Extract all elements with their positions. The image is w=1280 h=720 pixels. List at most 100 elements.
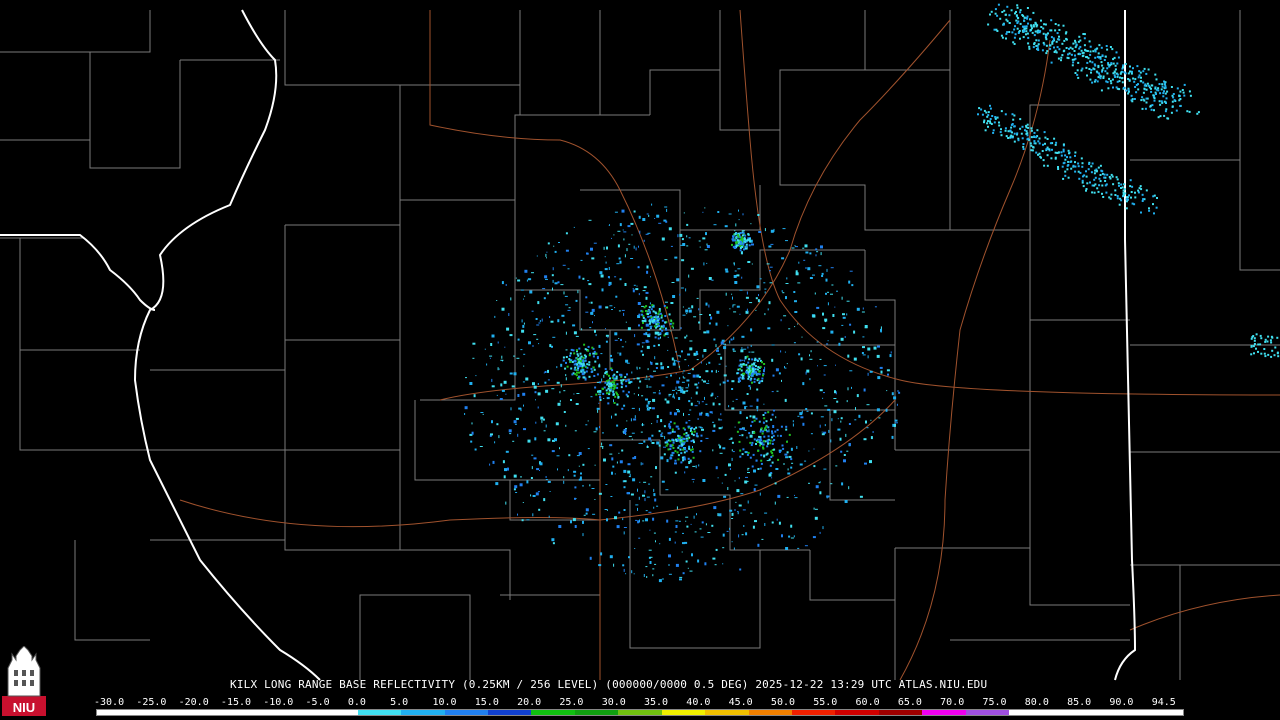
echo-pixel (670, 302, 674, 304)
echo-pixel (686, 439, 689, 442)
echo-pixel (700, 361, 702, 364)
echo-pixel (645, 305, 648, 308)
echo-pixel (711, 279, 714, 281)
echo-pixel (716, 310, 720, 314)
echo-pixel (1097, 76, 1100, 79)
echo-pixel (496, 300, 498, 301)
echo-pixel (747, 468, 749, 471)
echo-pixel (533, 385, 537, 389)
echo-pixel (1038, 137, 1041, 140)
scale-swatch (183, 710, 228, 715)
echo-pixel (567, 268, 570, 270)
echo-pixel (1138, 187, 1141, 190)
echo-pixel (637, 520, 640, 524)
echo-pixel (1264, 338, 1267, 341)
echo-pixel (1094, 79, 1097, 81)
echo-pixel (560, 384, 562, 388)
echo-pixel (1079, 53, 1082, 56)
echo-pixel (1023, 30, 1026, 33)
echo-pixel (606, 518, 608, 522)
echo-pixel (742, 428, 745, 431)
echo-pixel (682, 306, 684, 308)
echo-pixel (605, 261, 607, 264)
echo-pixel (1108, 77, 1111, 80)
echo-pixel (619, 353, 621, 355)
echo-pixel (876, 354, 880, 358)
echo-pixel (674, 337, 678, 339)
echo-pixel (787, 472, 791, 475)
echo-pixel (582, 520, 584, 524)
echo-pixel (622, 518, 624, 521)
echo-pixel (802, 247, 805, 249)
echo-pixel (1041, 150, 1044, 152)
echo-pixel (758, 231, 762, 233)
echo-pixel (742, 401, 746, 405)
echo-pixel (640, 431, 643, 433)
echo-pixel (657, 337, 660, 340)
echo-pixel (1140, 211, 1142, 214)
echo-pixel (534, 391, 537, 394)
echo-pixel (980, 108, 983, 111)
echo-pixel (1130, 196, 1132, 199)
echo-pixel (1023, 19, 1025, 22)
echo-pixel (624, 376, 627, 379)
echo-pixel (677, 434, 680, 437)
echo-pixel (611, 361, 614, 363)
echo-pixel (638, 324, 640, 327)
echo-pixel (1082, 175, 1084, 178)
echo-pixel (736, 234, 739, 237)
echo-pixel (522, 502, 524, 503)
echo-pixel (736, 372, 739, 375)
echo-pixel (464, 413, 466, 415)
scale-swatch (661, 710, 706, 715)
echo-pixel (695, 350, 698, 354)
echo-pixel (761, 377, 764, 380)
echo-pixel (1143, 84, 1146, 87)
echo-pixel (1012, 41, 1015, 44)
echo-pixel (583, 371, 586, 374)
echo-pixel (1104, 55, 1107, 58)
echo-pixel (785, 283, 789, 284)
echo-pixel (591, 308, 595, 312)
echo-pixel (1049, 47, 1052, 50)
echo-pixel (1015, 19, 1018, 22)
echo-pixel (754, 520, 757, 523)
echo-pixel (1137, 88, 1140, 91)
echo-pixel (615, 295, 618, 298)
echo-pixel (739, 313, 741, 315)
echo-pixel (646, 345, 650, 349)
echo-pixel (1160, 88, 1163, 91)
echo-pixel (512, 440, 515, 442)
echo-pixel (847, 387, 849, 391)
echo-pixel (568, 358, 571, 361)
echo-pixel (613, 234, 615, 236)
echo-pixel (655, 320, 657, 322)
echo-pixel (1140, 99, 1143, 102)
echo-pixel (819, 424, 821, 428)
echo-pixel (611, 237, 612, 239)
echo-pixel (702, 237, 706, 240)
echo-pixel (556, 455, 560, 457)
echo-pixel (492, 460, 495, 464)
echo-pixel (542, 288, 546, 290)
echo-pixel (805, 251, 809, 254)
echo-pixel (646, 265, 649, 269)
echo-pixel (1062, 148, 1065, 151)
echo-pixel (1050, 29, 1053, 32)
echo-pixel (1094, 50, 1097, 53)
echo-pixel (732, 400, 734, 402)
echo-pixel (610, 496, 613, 497)
echo-pixel (574, 373, 577, 376)
echo-pixel (1045, 38, 1048, 41)
echo-pixel (588, 219, 592, 221)
echo-pixel (688, 414, 690, 416)
echo-pixel (763, 369, 765, 373)
reflectivity-scale-labels: -30.0 -25.0 -20.0 -15.0 -10.0 -5.0 0.0 5.0 10.0 1… (94, 697, 1194, 709)
echo-pixel (1053, 137, 1056, 140)
echo-pixel (655, 466, 657, 470)
echo-pixel (676, 506, 678, 510)
scale-label: 80.0 (1024, 697, 1049, 708)
echo-pixel (575, 403, 579, 405)
echo-pixel (605, 484, 608, 485)
echo-pixel (681, 350, 683, 353)
